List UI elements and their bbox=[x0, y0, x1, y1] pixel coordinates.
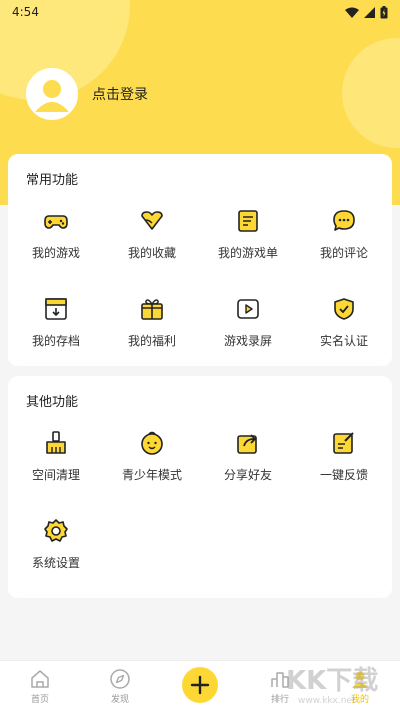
signal-icon bbox=[364, 6, 375, 18]
archive-icon bbox=[45, 298, 67, 320]
shield-check-icon bbox=[334, 298, 354, 320]
battery-icon bbox=[380, 5, 388, 18]
tab-label: 发现 bbox=[110, 695, 129, 705]
common-functions-card: 常用功能 我的游戏 我的收藏 我的游戏单 我的评论 我的存档 我的福利 游戏录屏… bbox=[8, 154, 392, 366]
other-functions-grid: 空间清理 青少年模式 分享好友 一键反馈 系统设置 bbox=[8, 426, 392, 602]
menu-item-label: 实名认证 bbox=[319, 334, 368, 348]
login-area[interactable]: 点击登录 bbox=[26, 68, 148, 120]
menu-item-label: 一键反馈 bbox=[319, 468, 368, 482]
menu-item-label: 空间清理 bbox=[31, 468, 80, 482]
menu-item-game-recording[interactable]: 游戏录屏 bbox=[200, 292, 296, 380]
menu-item-label: 我的游戏 bbox=[31, 246, 80, 260]
home-icon bbox=[31, 670, 49, 688]
tab-discover[interactable]: 发现 bbox=[80, 661, 160, 710]
gift-icon bbox=[141, 299, 163, 320]
tab-mine[interactable]: 我的 bbox=[320, 661, 400, 710]
tab-label: 首页 bbox=[30, 695, 49, 705]
menu-item-label: 我的游戏单 bbox=[217, 246, 278, 260]
menu-item-label: 我的福利 bbox=[127, 334, 176, 348]
menu-item-my-game-list[interactable]: 我的游戏单 bbox=[200, 204, 296, 292]
ranking-icon bbox=[271, 672, 289, 688]
menu-item-label: 我的评论 bbox=[319, 246, 368, 260]
menu-item-my-benefits[interactable]: 我的福利 bbox=[104, 292, 200, 380]
heart-icon bbox=[141, 211, 163, 230]
menu-item-my-favorites[interactable]: 我的收藏 bbox=[104, 204, 200, 292]
section-title: 其他功能 bbox=[26, 395, 79, 410]
menu-item-real-name-auth[interactable]: 实名认证 bbox=[296, 292, 392, 380]
user-avatar-icon bbox=[28, 70, 76, 118]
avatar[interactable] bbox=[26, 68, 78, 120]
tab-home[interactable]: 首页 bbox=[0, 661, 80, 710]
menu-item-label: 我的收藏 bbox=[127, 246, 176, 260]
menu-item-quick-feedback[interactable]: 一键反馈 bbox=[296, 426, 392, 514]
tab-ranking[interactable]: 排行 bbox=[240, 661, 320, 710]
menu-item-my-comments[interactable]: 我的评论 bbox=[296, 204, 392, 292]
wifi-icon bbox=[345, 7, 359, 18]
other-functions-card: 其他功能 空间清理 青少年模式 分享好友 一键反馈 系统设置 bbox=[8, 376, 392, 598]
share-icon bbox=[237, 434, 257, 454]
gear-icon bbox=[44, 519, 68, 542]
menu-item-label: 青少年模式 bbox=[121, 468, 182, 482]
child-face-icon bbox=[141, 431, 163, 455]
tab-label: 我的 bbox=[350, 695, 369, 705]
menu-item-system-settings[interactable]: 系统设置 bbox=[8, 514, 104, 602]
compass-icon bbox=[110, 669, 130, 689]
menu-item-teen-mode[interactable]: 青少年模式 bbox=[104, 426, 200, 514]
section-title: 常用功能 bbox=[26, 173, 79, 188]
tab-create[interactable] bbox=[160, 661, 240, 710]
status-time: 4:54 bbox=[12, 5, 39, 19]
menu-item-my-archive[interactable]: 我的存档 bbox=[8, 292, 104, 380]
menu-item-label: 游戏录屏 bbox=[223, 334, 272, 348]
decor-circle bbox=[342, 38, 400, 148]
menu-item-label: 分享好友 bbox=[223, 468, 272, 482]
broom-icon bbox=[46, 431, 66, 454]
comment-icon bbox=[333, 210, 355, 231]
status-icons bbox=[345, 5, 388, 19]
common-functions-grid: 我的游戏 我的收藏 我的游戏单 我的评论 我的存档 我的福利 游戏录屏 实名认证 bbox=[8, 204, 392, 380]
play-video-icon bbox=[237, 299, 259, 319]
menu-item-space-cleanup[interactable]: 空间清理 bbox=[8, 426, 104, 514]
tab-label: 排行 bbox=[270, 695, 289, 705]
create-button[interactable] bbox=[182, 667, 218, 703]
list-icon bbox=[238, 210, 258, 232]
menu-item-label: 我的存档 bbox=[31, 334, 80, 348]
menu-item-share-friends[interactable]: 分享好友 bbox=[200, 426, 296, 514]
status-bar: 4:54 bbox=[0, 0, 400, 24]
login-label[interactable]: 点击登录 bbox=[92, 84, 148, 104]
feedback-icon bbox=[333, 432, 354, 454]
gamepad-icon bbox=[44, 215, 68, 229]
profile-icon bbox=[352, 671, 368, 688]
menu-item-label: 系统设置 bbox=[31, 556, 80, 570]
bottom-tab-bar: 首页 发现 排行 我的 bbox=[0, 660, 400, 710]
menu-item-my-games[interactable]: 我的游戏 bbox=[8, 204, 104, 292]
plus-icon bbox=[190, 675, 210, 695]
